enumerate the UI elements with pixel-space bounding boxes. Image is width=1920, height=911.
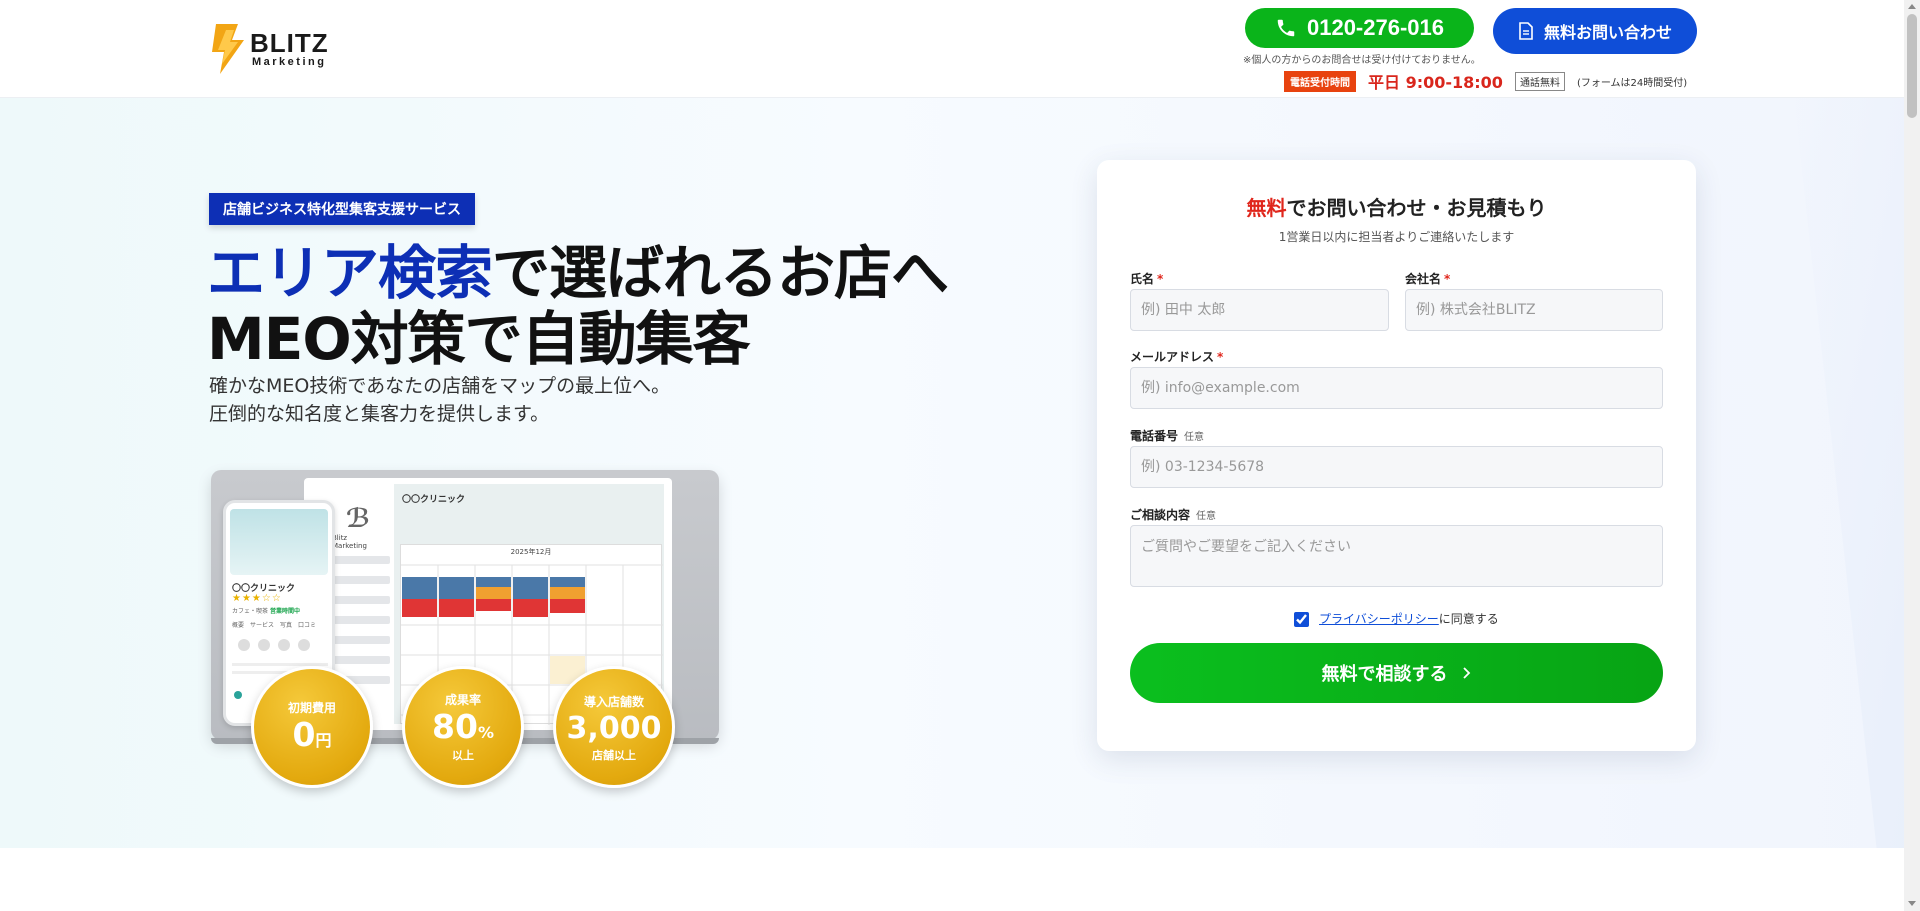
free-contact-button[interactable]: 無料お問い合わせ — [1493, 8, 1697, 54]
sidebar-bar — [330, 616, 390, 624]
hero-headline: エリア検索で選ばれるお店へ MEO対策で自動集客 — [207, 239, 949, 373]
brand-logo[interactable]: BLITZ Marketing — [208, 24, 338, 74]
form-title-rest: でお問い合わせ・お見積もり — [1286, 196, 1547, 220]
stat-initial-cost: 初期費用 0円 — [251, 666, 373, 788]
document-icon — [1519, 22, 1533, 40]
scroll-down-arrow-icon[interactable] — [1908, 901, 1916, 906]
sidebar-bar — [330, 636, 390, 644]
privacy-policy-link[interactable]: プライバシーポリシー — [1319, 612, 1439, 626]
subcopy-line1: 確かなMEO技術であなたの店舗をマップの最上位へ。 — [209, 375, 671, 397]
stat-sub: 店舗以上 — [592, 749, 636, 762]
headline-accent: エリア検索 — [207, 239, 493, 307]
phone-icon — [1277, 19, 1295, 37]
form-hours-note: (フォームは24時間受付) — [1576, 77, 1688, 89]
sidebar-bar — [330, 556, 390, 564]
email-label: メールアドレス * — [1130, 350, 1224, 364]
logo-subtitle: Marketing — [252, 56, 327, 68]
submit-label: 無料で相談する — [1321, 664, 1448, 684]
hero-decoration — [1794, 98, 1904, 848]
contact-form: 無料でお問い合わせ・お見積もり 1営業日以内に担当者よりご連絡いたします 氏名 *… — [1097, 160, 1696, 751]
contact-button-label: 無料お問い合わせ — [1543, 23, 1672, 42]
email-input[interactable] — [1130, 367, 1663, 409]
page-scrollbar[interactable] — [1904, 0, 1920, 911]
phone-label: 電話番号 任意 — [1130, 429, 1205, 443]
business-hours: 電話受付時間 平日 9:00-18:00 通話無料 (フォームは24時間受付) — [1284, 69, 1687, 93]
stat-sub: 以上 — [452, 749, 474, 762]
toll-free-badge: 通話無料 — [1514, 71, 1565, 91]
scroll-up-arrow-icon[interactable] — [1908, 4, 1916, 9]
screen-logo-icon: ℬ — [346, 504, 371, 534]
clinic-photo — [230, 509, 328, 575]
subcopy-line2: 圧倒的な知名度と集客力を提供します。 — [209, 403, 550, 425]
stat-value: 3,000 — [566, 711, 662, 746]
phone-input[interactable] — [1130, 446, 1663, 488]
phone-call-button[interactable]: 0120-276-016 — [1245, 8, 1474, 48]
message-textarea[interactable] — [1130, 525, 1663, 587]
phone-meta-category: カフェ・喫茶 — [232, 608, 269, 615]
product-mockup: ℬ Blitz Marketing 〇〇クリニック 2025年12月 〇〇クリニ… — [211, 470, 719, 788]
message-label: ご相談内容 任意 — [1130, 508, 1217, 522]
sidebar-bar — [330, 656, 390, 664]
stat-label: 導入店舗数 — [583, 695, 644, 709]
form-title-accent: 無料 — [1246, 196, 1287, 220]
phone-note: ※個人の方からのお問合せは受け付けておりません。 — [1243, 55, 1481, 66]
company-label: 会社名 * — [1405, 272, 1451, 286]
chevron-right-icon — [1462, 667, 1470, 679]
privacy-agreement: プライバシーポリシーに同意する — [1097, 610, 1696, 627]
scroll-thumb[interactable] — [1907, 14, 1917, 118]
phone-meta: カフェ・喫茶 営業時間中 — [232, 606, 300, 615]
submit-button[interactable]: 無料で相談する — [1130, 643, 1663, 703]
stat-store-count: 導入店舗数 3,000 店舗以上 — [553, 666, 675, 788]
phone-tabs: 概要 サービス 写真 口コミ — [232, 622, 317, 629]
stat-label: 初期費用 — [287, 701, 336, 715]
hero-subcopy: 確かなMEO技術であなたの店舗をマップの最上位へ。 圧倒的な知名度と集客力を提供… — [209, 372, 670, 428]
sidebar-bar — [330, 596, 390, 604]
stat-value: 80% — [432, 707, 494, 746]
rating-stars: ★★★☆☆ — [232, 593, 282, 604]
company-input[interactable] — [1405, 289, 1663, 331]
site-header: BLITZ Marketing 0120-276-016 無料お問い合わせ ※個… — [0, 0, 1904, 98]
sidebar-bar — [330, 576, 390, 584]
form-subtitle: 1営業日以内に担当者よりご連絡いたします — [1278, 230, 1515, 244]
logo-name: BLITZ — [250, 28, 329, 58]
headline-line2: MEO対策で自動集客 — [207, 305, 751, 373]
screen-title: 〇〇クリニック — [402, 495, 466, 505]
privacy-checkbox[interactable] — [1294, 612, 1310, 627]
lightning-logo-icon — [212, 24, 244, 74]
screen-logo-text: Blitz Marketing — [332, 534, 367, 550]
hours-text: 平日 9:00-18:00 — [1368, 73, 1503, 92]
name-label: 氏名 * — [1130, 272, 1164, 286]
phone-number: 0120-276-016 — [1306, 15, 1444, 40]
service-tagline: 店舗ビジネス特化型集客支援サービス — [209, 193, 475, 225]
hours-badge: 電話受付時間 — [1284, 70, 1356, 92]
stat-value: 0円 — [292, 715, 332, 754]
headline-rest: で選ばれるお店へ — [492, 239, 949, 307]
stat-success-rate: 成果率 80% 以上 — [402, 666, 524, 788]
phone-meta-status: 営業時間中 — [269, 608, 300, 615]
name-input[interactable] — [1130, 289, 1389, 331]
privacy-suffix: に同意する — [1438, 612, 1499, 626]
stat-label: 成果率 — [444, 693, 481, 707]
form-title: 無料でお問い合わせ・お見積もり — [1097, 192, 1696, 221]
